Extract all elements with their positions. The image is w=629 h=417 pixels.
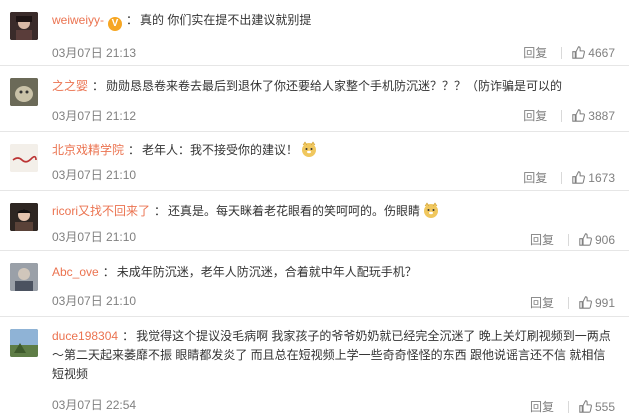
- like-count: 4667: [588, 45, 615, 60]
- comment-date: 03月07日 21:10: [52, 168, 137, 182]
- like-count: 555: [594, 399, 615, 414]
- action-divider: [561, 171, 563, 184]
- comment-text: 老年人：我不接受你的建议！: [142, 143, 299, 157]
- avatar[interactable]: [10, 78, 38, 106]
- like-button[interactable]: 1673: [572, 171, 615, 185]
- comment-username[interactable]: weiweiyy-: [52, 13, 104, 27]
- reply-button[interactable]: 回复: [530, 294, 554, 311]
- comment-colon: ：: [122, 329, 135, 343]
- reply-button[interactable]: 回复: [530, 398, 554, 415]
- thumbs-up-icon: [572, 46, 586, 59]
- action-divider: [567, 400, 569, 413]
- action-divider: [567, 233, 569, 246]
- like-count: 3887: [588, 108, 615, 123]
- thumbs-up-icon: [579, 233, 592, 246]
- comment-date: 03月07日 22:54: [52, 398, 137, 412]
- like-button[interactable]: 906: [579, 233, 615, 247]
- doge-emoji-icon: [302, 141, 317, 157]
- comment-text: 还真是。每天眯着老花眼看的笑呵呵的。伤眼睛: [168, 204, 421, 218]
- comment-item: 北京戏精学院 ：老年人：我不接受你的建议！ 03月07日 21:10 回复 167…: [0, 132, 629, 191]
- verified-badge-icon: V: [108, 17, 123, 31]
- avatar[interactable]: [10, 144, 38, 172]
- comment-date: 03月07日 21:10: [52, 294, 137, 308]
- comment-item: 之之婴 ：勋勋恳恳卷来卷去最后到退休了你还要给人家整个手机防沉迷？？？（防诈骗是可…: [0, 66, 629, 132]
- avatar[interactable]: [10, 263, 38, 291]
- like-count: 1673: [588, 170, 615, 185]
- like-button[interactable]: 555: [579, 400, 615, 414]
- comment-item: ricori又找不回来了 ：还真是。每天眯着老花眼看的笑呵呵的。伤眼睛 03月07…: [0, 191, 629, 251]
- thumbs-up-icon: [579, 400, 592, 413]
- comment-text: 未成年防沉迷，老年人防沉迷，合着就中年人配玩手机？: [116, 265, 417, 279]
- action-divider: [561, 109, 563, 122]
- comment-colon: ：: [102, 265, 115, 279]
- action-divider: [561, 46, 563, 59]
- comment-text: 勋勋恳恳卷来卷去最后到退休了你还要给人家整个手机防沉迷？？？（防诈骗是可以的: [106, 79, 563, 93]
- comment-username[interactable]: Abc_ove: [52, 265, 99, 279]
- comment-username[interactable]: ricori又找不回来了: [52, 204, 150, 218]
- reply-button[interactable]: 回复: [530, 231, 554, 248]
- comment-username[interactable]: duce198304: [52, 329, 118, 343]
- doge-emoji-icon: [424, 202, 439, 218]
- avatar[interactable]: [10, 12, 38, 40]
- comment-date: 03月07日 21:13: [52, 46, 137, 60]
- action-divider: [567, 296, 569, 309]
- avatar[interactable]: [10, 203, 38, 231]
- comment-item: weiweiyy- V：真的 你们实在提不出建议就别提 03月07日 21:13 …: [0, 0, 629, 66]
- like-button[interactable]: 4667: [572, 46, 615, 60]
- comment-item: Abc_ove：未成年防沉迷，老年人防沉迷，合着就中年人配玩手机？ 03月07日…: [0, 251, 629, 317]
- reply-button[interactable]: 回复: [523, 107, 547, 124]
- like-count: 991: [594, 295, 615, 310]
- comment-text: 我觉得这个提议没毛病啊 我家孩子的爷爷奶奶就已经完全沉迷了 晚上关灯刷视频到一两…: [52, 329, 611, 381]
- comment-list: weiweiyy- V：真的 你们实在提不出建议就别提 03月07日 21:13 …: [0, 0, 629, 417]
- comment-colon: ：: [128, 143, 141, 157]
- thumbs-up-icon: [579, 296, 592, 309]
- like-count: 906: [594, 232, 615, 247]
- avatar[interactable]: [10, 329, 38, 357]
- comment-item: duce198304 ：我觉得这个提议没毛病啊 我家孩子的爷爷奶奶就已经完全沉迷了…: [0, 317, 629, 417]
- reply-button[interactable]: 回复: [523, 44, 547, 61]
- comment-date: 03月07日 21:10: [52, 230, 137, 244]
- comment-username[interactable]: 北京戏精学院: [52, 143, 124, 157]
- comment-colon: ：: [92, 79, 105, 93]
- comment-username[interactable]: 之之婴: [52, 79, 88, 93]
- reply-button[interactable]: 回复: [523, 169, 547, 186]
- comment-colon: ：: [126, 13, 139, 27]
- thumbs-up-icon: [572, 109, 586, 122]
- comment-colon: ：: [154, 204, 167, 218]
- thumbs-up-icon: [572, 171, 586, 184]
- like-button[interactable]: 3887: [572, 109, 615, 123]
- comment-text: 真的 你们实在提不出建议就别提: [140, 13, 312, 27]
- comment-date: 03月07日 21:12: [52, 109, 137, 123]
- like-button[interactable]: 991: [579, 296, 615, 310]
